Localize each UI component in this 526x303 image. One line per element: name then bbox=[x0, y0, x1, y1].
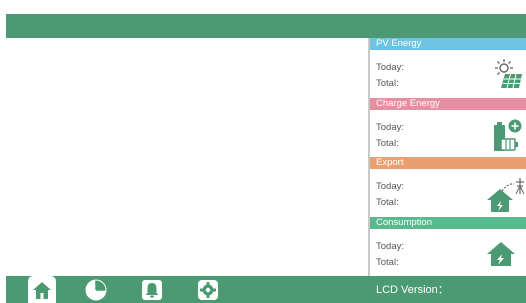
top-status-bar bbox=[6, 14, 526, 38]
charge-total-label: Total: bbox=[376, 138, 399, 149]
charge-energy-header: Charge Energy bbox=[370, 98, 526, 110]
pv-energy-header: PV Energy bbox=[370, 38, 526, 50]
pv-today-label: Today: bbox=[376, 62, 404, 73]
home-icon bbox=[33, 281, 51, 299]
export-total-label: Total: bbox=[376, 197, 399, 208]
charge-today-label: Today: bbox=[376, 122, 404, 133]
settings-nav-button[interactable] bbox=[194, 276, 222, 303]
battery-charge-icon bbox=[494, 119, 522, 151]
consumption-header: Consumption bbox=[370, 217, 526, 229]
statistics-nav-button[interactable] bbox=[82, 276, 110, 303]
pie-chart-icon bbox=[85, 279, 107, 300]
consumption-today-label: Today: bbox=[376, 241, 404, 252]
grid-export-icon bbox=[487, 178, 525, 212]
inverter-lcd-screen: PV Energy Today: Total: Charge Energy To… bbox=[0, 0, 526, 303]
solar-panel-icon bbox=[495, 59, 522, 89]
lcd-version-label: LCD Version： bbox=[376, 284, 449, 296]
export-header: Export bbox=[370, 157, 526, 169]
home-nav-button[interactable] bbox=[28, 276, 56, 303]
consumption-total-label: Total: bbox=[376, 257, 399, 268]
gear-icon bbox=[198, 279, 218, 300]
alarm-nav-button[interactable] bbox=[138, 276, 166, 303]
home-consumption-icon bbox=[487, 242, 515, 266]
export-today-label: Today: bbox=[376, 181, 404, 192]
pv-total-label: Total: bbox=[376, 78, 399, 89]
main-content-area bbox=[6, 38, 368, 276]
bell-icon bbox=[142, 279, 162, 300]
